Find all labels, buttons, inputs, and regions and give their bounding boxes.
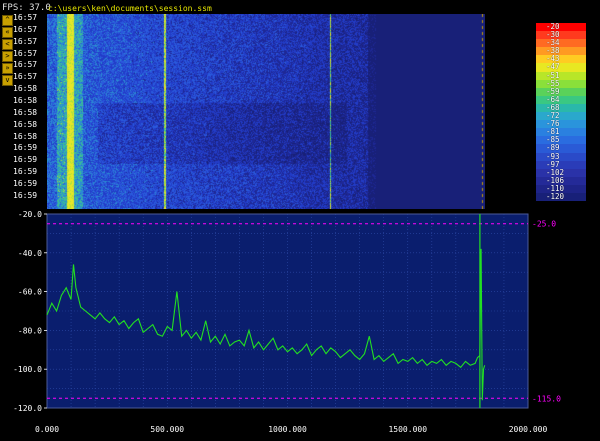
timestamp-label: 16:59 [13, 190, 38, 200]
timestamp-label: 16:59 [13, 167, 38, 177]
fast-forward-button[interactable]: » [2, 63, 13, 74]
timestamp-label: 16:57 [13, 60, 38, 70]
y-tick-label: -80.0 [18, 326, 42, 335]
legend-entry: -89 [536, 144, 586, 153]
legend-entry: -43 [536, 55, 586, 64]
x-tick-label: 1000.000 [268, 425, 307, 434]
step-back-button[interactable]: < [2, 39, 13, 50]
scroll-top-button[interactable]: ^ [2, 15, 13, 26]
file-path: c:\users\ken\documents\session.ssm [48, 4, 212, 13]
legend-entry: -30 [536, 31, 586, 40]
timestamp-label: 16:58 [13, 107, 38, 117]
timestamp-label: 16:57 [13, 24, 38, 34]
legend-entry: -51 [536, 71, 586, 80]
timestamp-label: 16:58 [13, 119, 38, 129]
timestamp-label: 16:57 [13, 72, 38, 82]
legend-entry: -55 [536, 79, 586, 88]
legend-entry: -34 [536, 39, 586, 48]
y-tick-label: -40.0 [18, 249, 42, 258]
timestamp-label: 16:58 [13, 84, 38, 94]
color-legend: -20 -30 -34 -38 -43 -47 -51 -55 -59 -64 -68 -72 -76-… [536, 22, 586, 202]
legend-entry: -68 [536, 103, 586, 113]
timestamp-label: 16:59 [13, 143, 38, 153]
y-tick-label: -60.0 [18, 288, 42, 297]
legend-entry: -47 [536, 63, 586, 72]
timestamp-label: 16:59 [13, 155, 38, 165]
spectrum-chart[interactable]: -25.0 -115.0 -20.0 -40.0 -60.0 -80.0 -100.0 -12… [0, 208, 600, 441]
legend-entry: -93 [536, 152, 586, 161]
y-tick-label: -20.0 [18, 210, 42, 219]
legend-entry: -64 [536, 95, 586, 104]
legend-entry: -85 [536, 136, 586, 145]
y-tick-label: -100.0 [13, 365, 42, 374]
y-tick-label: -120.0 [13, 404, 42, 413]
legend-entry: -20 [536, 22, 586, 32]
scroll-bottom-button[interactable]: v [2, 75, 13, 86]
legend-entry: -59 [536, 87, 586, 96]
timestamp-label: 16:58 [13, 131, 38, 141]
lower-marker-label: -115.0 [532, 394, 561, 403]
fast-back-button[interactable]: « [2, 27, 13, 38]
x-tick-label: 500.000 [150, 425, 184, 434]
timestamp-label: 16:57 [13, 36, 38, 46]
upper-marker-label: -25.0 [532, 220, 556, 229]
legend-entry: -76 [536, 120, 586, 129]
waterfall-display[interactable] [47, 14, 485, 209]
legend-entry: -72 [536, 111, 586, 121]
step-forward-button[interactable]: > [2, 51, 13, 62]
legend-entry: -81 [536, 128, 586, 137]
x-tick-label: 2000.000 [509, 425, 548, 434]
timestamp-label: 16:57 [13, 13, 38, 22]
x-tick-label: 1500.000 [388, 425, 427, 434]
fps-readout: FPS: 37.0 [2, 3, 51, 13]
timestamp-label: 16:58 [13, 95, 38, 105]
timestamp-label: 16:59 [13, 178, 38, 188]
timestamp-label: 16:57 [13, 48, 38, 58]
legend-entry: -120 [536, 192, 586, 202]
legend-entry: -38 [536, 47, 586, 56]
x-tick-label: 0.000 [35, 425, 59, 434]
